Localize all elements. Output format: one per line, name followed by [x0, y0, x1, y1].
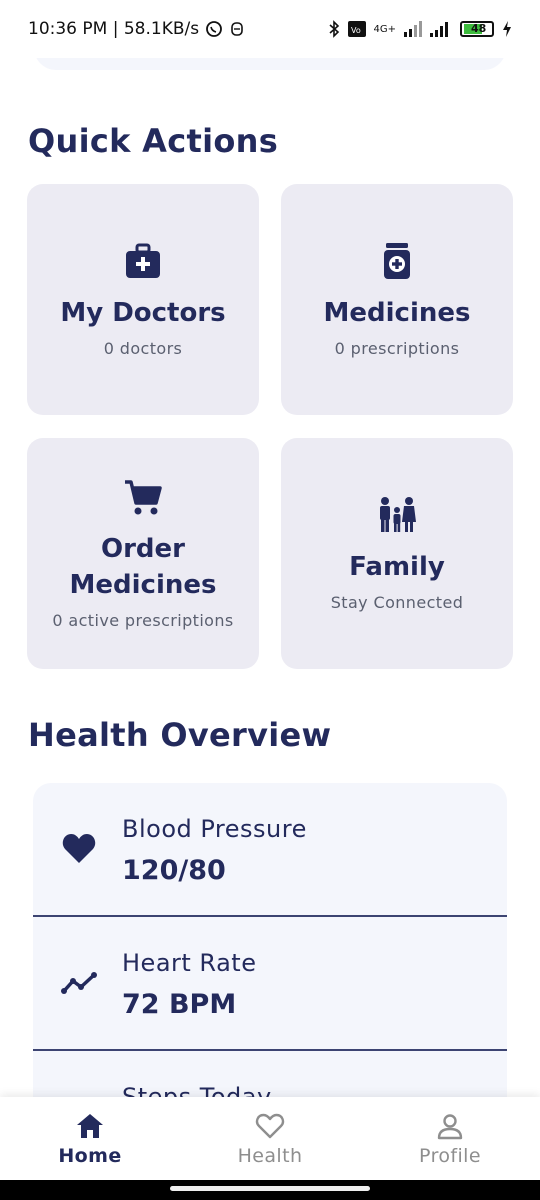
bottom-nav: Home Health Profile: [0, 1097, 540, 1180]
medicines-title: Medicines: [323, 298, 471, 328]
family-icon: [380, 497, 416, 532]
nav-profile-label: Profile: [419, 1144, 481, 1167]
family-title: Family: [349, 552, 445, 582]
home-gesture-handle[interactable]: [170, 1186, 370, 1191]
status-time: 10:36 PM | 58.1KB/s: [28, 19, 200, 39]
battery-level: 48: [471, 22, 487, 35]
order-medicines-count: 0 active prescriptions: [52, 611, 234, 630]
family-tile[interactable]: Family Stay Connected: [281, 438, 513, 669]
trend-line-icon: [61, 972, 97, 994]
status-right: Vo 4G+ 48: [328, 20, 513, 38]
home-icon: [77, 1113, 103, 1138]
system-nav-bar: [0, 1180, 540, 1200]
status-left: 10:36 PM | 58.1KB/s: [28, 19, 245, 39]
medical-bag-icon: [126, 243, 160, 278]
status-bar: 10:36 PM | 58.1KB/s Vo 4G+ 48: [0, 0, 540, 58]
nav-profile[interactable]: Profile: [360, 1097, 540, 1180]
blood-pressure-label: Blood Pressure: [122, 815, 307, 843]
medicines-count: 0 prescriptions: [334, 339, 460, 358]
my-doctors-count: 0 doctors: [103, 339, 183, 358]
nav-health-label: Health: [237, 1144, 303, 1167]
signal-icon: [404, 21, 422, 37]
nav-home[interactable]: Home: [0, 1097, 180, 1180]
quick-actions-title: Quick Actions: [28, 122, 279, 160]
cart-icon: [125, 480, 162, 515]
heart-rate-row[interactable]: Heart Rate 72 BPM: [33, 917, 507, 1051]
medicines-tile[interactable]: Medicines 0 prescriptions: [281, 184, 513, 415]
heart-outline-icon: [255, 1113, 285, 1138]
nav-health[interactable]: Health: [180, 1097, 360, 1180]
my-doctors-title: My Doctors: [60, 298, 226, 328]
signal-icon-2: [430, 22, 448, 37]
volte-icon: Vo: [347, 21, 366, 37]
medicine-bottle-icon: [384, 243, 410, 279]
family-subtitle: Stay Connected: [330, 593, 464, 612]
network-type: 4G+: [373, 23, 397, 35]
blood-pressure-row[interactable]: Blood Pressure 120/80: [33, 783, 507, 917]
heart-rate-label: Heart Rate: [122, 949, 257, 977]
bluetooth-icon: [328, 20, 339, 38]
battery-icon: 48: [460, 21, 494, 37]
blood-pressure-value: 120/80: [122, 855, 226, 886]
notification-icon: [231, 22, 243, 36]
heart-icon: [62, 834, 96, 863]
order-medicines-title: Order Medicines: [69, 534, 217, 600]
health-overview-title: Health Overview: [28, 716, 332, 754]
svg-text:Vo: Vo: [351, 26, 361, 35]
heart-rate-value: 72 BPM: [122, 989, 237, 1020]
charging-icon: [503, 21, 511, 37]
whatsapp-icon: [206, 21, 223, 37]
my-doctors-tile[interactable]: My Doctors 0 doctors: [27, 184, 259, 415]
person-icon: [437, 1113, 463, 1139]
nav-home-label: Home: [58, 1144, 122, 1167]
order-medicines-tile[interactable]: Order Medicines 0 active prescriptions: [27, 438, 259, 669]
